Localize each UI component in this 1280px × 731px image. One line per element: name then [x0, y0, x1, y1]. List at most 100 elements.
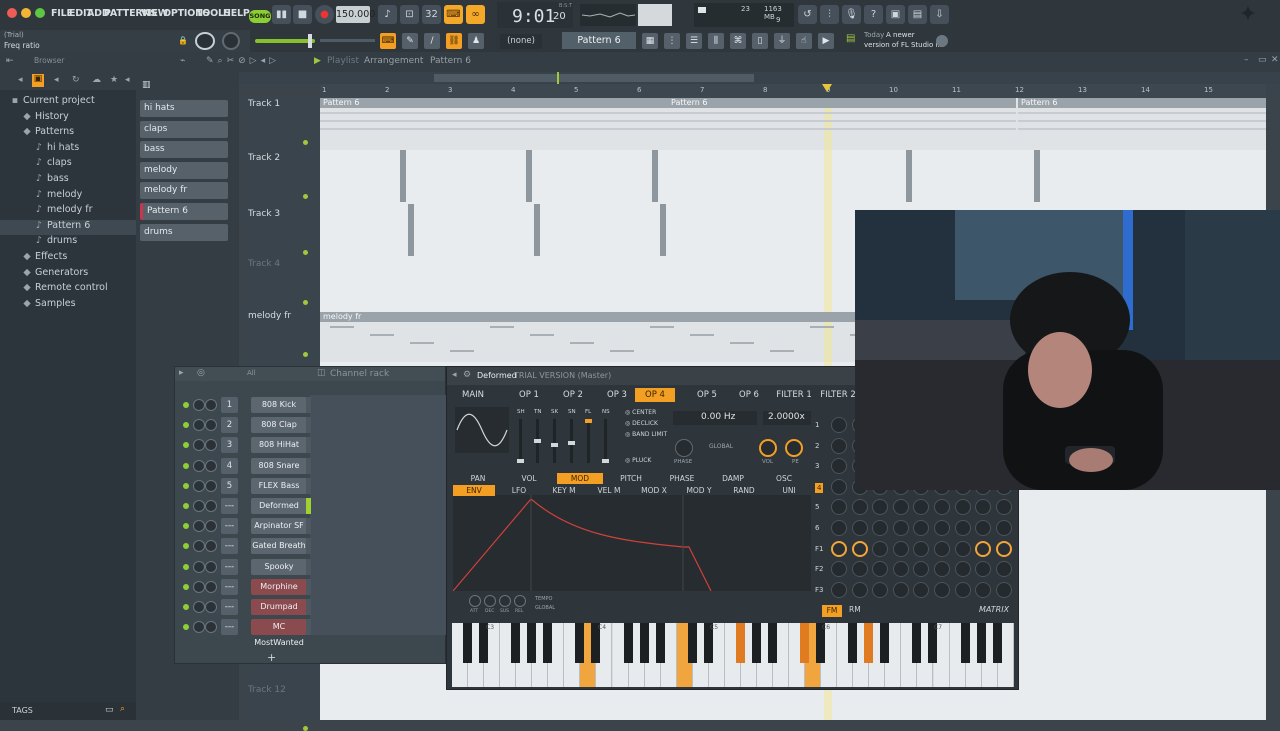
browser-item[interactable]: ♪ melody fr: [0, 204, 136, 219]
slider-handle[interactable]: [534, 439, 541, 443]
matrix-knob[interactable]: [831, 417, 847, 433]
browser-item[interactable]: ▪ Current project: [0, 95, 136, 110]
matrix-knob[interactable]: [913, 581, 930, 598]
channel-name-button[interactable]: Spooky: [251, 558, 307, 575]
matrix-knob[interactable]: [872, 520, 889, 536]
news-arrow-icon[interactable]: [936, 35, 948, 47]
channel-select[interactable]: [306, 518, 311, 535]
freq-readout[interactable]: 0.00 Hz: [673, 411, 757, 425]
channel-name-button[interactable]: 808 Kick: [251, 397, 307, 413]
mixer-view-button[interactable]: ⫼: [708, 33, 724, 49]
master-pitch-knob[interactable]: [222, 32, 240, 50]
matrix-knob[interactable]: [851, 499, 868, 516]
matrix-knob[interactable]: [831, 561, 847, 578]
slider-track[interactable]: [587, 419, 590, 463]
drum-clip[interactable]: [906, 150, 912, 202]
track-label[interactable]: Track 4: [248, 259, 280, 269]
plugin-db-button[interactable]: ⏚: [774, 33, 790, 49]
tools-icons[interactable]: ✎⌕✂⊘▷◂▷: [206, 56, 280, 66]
master-volume-slider[interactable]: [255, 39, 315, 43]
black-key[interactable]: [527, 623, 537, 663]
crumb-arrangement[interactable]: Arrangement: [364, 56, 423, 66]
matrix-knob[interactable]: [831, 458, 847, 475]
plugin-keyboard[interactable]: C3 C4 C5 C6 C7: [452, 623, 1014, 687]
pattern-selector[interactable]: Pattern 6: [562, 32, 636, 49]
black-key[interactable]: [735, 623, 745, 663]
file-button[interactable]: ▯: [752, 33, 768, 49]
channel-select[interactable]: [306, 477, 311, 494]
picker-pattern[interactable]: hi hats: [140, 100, 228, 117]
plugin-gear-icon[interactable]: ⚙: [463, 370, 471, 380]
black-key[interactable]: [848, 623, 858, 663]
pattern-clip-label[interactable]: Pattern 6: [1018, 98, 1266, 108]
download-button[interactable]: ⇩: [930, 5, 949, 24]
ratio-readout[interactable]: 2.0000x: [763, 411, 811, 425]
track-label[interactable]: Track 2: [248, 153, 280, 163]
global-label[interactable]: GLOBAL: [709, 443, 733, 450]
matrix-knob[interactable]: [892, 581, 909, 598]
plugin-tab[interactable]: OP 1: [509, 388, 549, 402]
channel-vol-knob[interactable]: [205, 419, 217, 432]
black-key[interactable]: [687, 623, 697, 663]
drum-clip[interactable]: [652, 150, 658, 202]
track-label[interactable]: Track 3: [248, 209, 280, 219]
browser-item[interactable]: ◆ Remote control: [0, 282, 136, 297]
matrix-knob[interactable]: [995, 561, 1012, 578]
channel-pan-knob[interactable]: [193, 540, 205, 553]
browser-item[interactable]: ◆ Samples: [0, 298, 136, 313]
env-tab[interactable]: MOD Y: [678, 485, 720, 496]
slider-handle[interactable]: [517, 459, 524, 463]
channel-mixer-track[interactable]: 3: [221, 437, 238, 454]
matrix-knob[interactable]: [995, 581, 1012, 598]
star-icon[interactable]: ★: [110, 75, 118, 85]
channel-led[interactable]: [183, 624, 189, 631]
option-toggle[interactable]: ◎ DECLICK: [625, 420, 658, 427]
timeline-ruler[interactable]: 1 2 3 4 5 6 7 8 9 10 11 12 13 14 15: [320, 84, 1266, 98]
track-label[interactable]: Track 12: [248, 685, 286, 695]
channel-mixer-track[interactable]: ---: [221, 558, 238, 575]
matrix-knob[interactable]: [975, 561, 992, 578]
channel-select[interactable]: [306, 417, 311, 434]
channel-name-button[interactable]: Morphine: [251, 578, 307, 595]
min-icon[interactable]: –: [1244, 55, 1249, 65]
matrix-knob[interactable]: [872, 561, 889, 578]
channel-name-button[interactable]: FLEX Bass: [251, 477, 307, 494]
channel-pan-knob[interactable]: [193, 601, 205, 613]
channel-select[interactable]: [306, 619, 311, 636]
matrix-knob[interactable]: [892, 540, 909, 557]
matrix-knob[interactable]: [892, 520, 909, 536]
matrix-knob[interactable]: [975, 581, 992, 598]
rack-arrow-icon[interactable]: ▸: [179, 368, 184, 378]
stop-button[interactable]: ■: [293, 5, 312, 24]
refresh-icon[interactable]: ↻: [72, 75, 80, 85]
black-key[interactable]: [800, 623, 810, 663]
browser-item[interactable]: ◆ Generators: [0, 267, 136, 282]
matrix-knob[interactable]: [975, 499, 992, 516]
project-button[interactable]: ▣: [886, 5, 905, 24]
restore-icon[interactable]: ▭: [1258, 55, 1267, 65]
channel-vol-knob[interactable]: [205, 520, 217, 533]
browser-item[interactable]: ♪ hi hats: [0, 142, 136, 157]
mod-tab[interactable]: DAMP: [710, 473, 756, 484]
black-key[interactable]: [912, 623, 922, 663]
channel-led[interactable]: [183, 402, 189, 408]
minimize-window-button[interactable]: [21, 8, 31, 18]
drum-clip[interactable]: [400, 150, 406, 202]
channel-select[interactable]: [306, 558, 311, 575]
track-mute-led[interactable]: [303, 726, 308, 731]
black-key[interactable]: [575, 623, 585, 663]
blend-notes-button[interactable]: ∞: [466, 5, 485, 24]
channel-led[interactable]: [183, 422, 189, 429]
slider-handle[interactable]: [308, 34, 312, 48]
phase-knob[interactable]: [675, 439, 693, 457]
track-label[interactable]: melody fr: [248, 311, 291, 321]
channel-name-button[interactable]: Gated Breath: [251, 538, 307, 555]
rack-filter[interactable]: All: [247, 369, 256, 377]
master-pitch[interactable]: [638, 4, 672, 26]
channel-name-button[interactable]: 808 Clap: [251, 417, 307, 434]
channel-led[interactable]: [183, 604, 189, 610]
matrix-knob[interactable]: [872, 581, 889, 598]
channel-mixer-track[interactable]: 1: [221, 397, 238, 413]
drum-clip[interactable]: [408, 204, 414, 256]
channel-mixer-track[interactable]: ---: [221, 538, 238, 555]
